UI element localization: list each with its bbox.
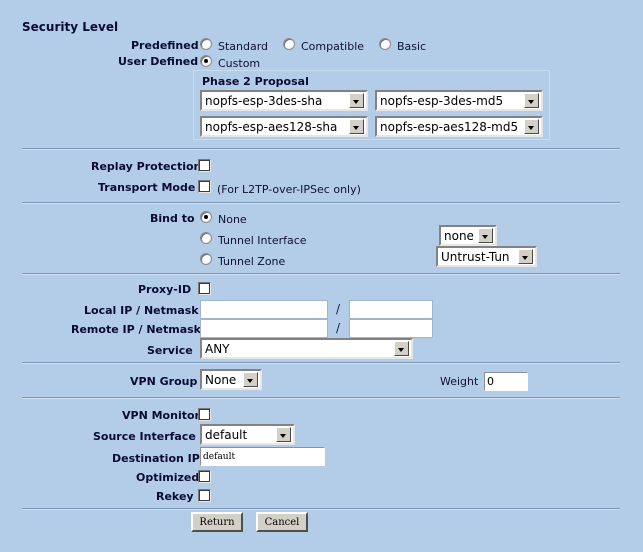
radio-custom-label: Custom (218, 57, 261, 70)
radio-compatible[interactable] (283, 38, 295, 50)
page-title: Security Level (22, 20, 119, 34)
radio-bind-tunnel-interface[interactable] (200, 232, 212, 244)
chevron-down-icon[interactable] (349, 119, 364, 134)
predefined-label: Predefined (131, 39, 199, 52)
checkbox-optimized[interactable] (198, 470, 211, 483)
rekey-label: Rekey (156, 490, 194, 503)
radio-bind-tunnel-zone[interactable] (200, 253, 212, 265)
radio-bind-none[interactable] (200, 211, 212, 223)
remote-ip-netmask-label: Remote IP / Netmask (71, 323, 202, 336)
chevron-down-icon[interactable] (478, 228, 493, 243)
local-separator: / (336, 302, 341, 316)
section-separator (22, 397, 620, 399)
phase2-proposal-value-4: nopfs-esp-aes128-md5 (380, 119, 519, 134)
service-select[interactable]: ANY (200, 338, 413, 359)
tunnel-interface-select[interactable]: none (439, 225, 497, 246)
phase2-proposal-select-2[interactable]: nopfs-esp-3des-md5 (375, 90, 543, 111)
service-value: ANY (205, 341, 230, 356)
chevron-down-icon[interactable] (394, 341, 409, 356)
remote-netmask-input[interactable] (349, 319, 433, 338)
tunnel-zone-select[interactable]: Untrust-Tun (436, 246, 537, 267)
chevron-down-icon[interactable] (243, 372, 258, 387)
section-separator (22, 362, 620, 364)
phase2-proposal-select-4[interactable]: nopfs-esp-aes128-md5 (375, 116, 543, 137)
service-label: Service (147, 344, 193, 357)
user-defined-label: User Defined (118, 55, 199, 68)
phase2-proposal-select-3[interactable]: nopfs-esp-aes128-sha (200, 116, 368, 137)
radio-bind-tunnel-zone-label: Tunnel Zone (218, 255, 286, 268)
section-separator (22, 508, 620, 510)
checkbox-transport-mode[interactable] (198, 180, 211, 193)
remote-separator: / (336, 321, 341, 335)
destination-ip-input[interactable]: default (200, 447, 325, 466)
weight-input[interactable]: 0 (484, 372, 528, 391)
vpn-settings-page: Security Level Predefined Standard Compa… (0, 0, 643, 552)
phase2-proposal-value-3: nopfs-esp-aes128-sha (205, 119, 338, 134)
bind-to-label: Bind to (150, 212, 195, 225)
vpn-group-value: None (205, 372, 237, 387)
vpn-group-select[interactable]: None (200, 369, 262, 390)
transport-mode-label: Transport Mode (98, 181, 196, 194)
phase2-proposal-title: Phase 2 Proposal (202, 75, 309, 88)
replay-protection-label: Replay Protection (91, 160, 202, 173)
radio-bind-tunnel-interface-label: Tunnel Interface (218, 234, 307, 247)
chevron-down-icon[interactable] (276, 427, 291, 442)
return-button[interactable]: Return (191, 512, 243, 532)
remote-ip-input[interactable] (200, 319, 328, 338)
checkbox-vpn-monitor[interactable] (198, 408, 211, 421)
radio-custom[interactable] (200, 55, 212, 67)
phase2-proposal-value-1: nopfs-esp-3des-sha (205, 93, 323, 108)
optimized-label: Optimized (136, 471, 200, 484)
transport-mode-note: (For L2TP-over-IPSec only) (217, 183, 361, 196)
section-separator (22, 273, 620, 275)
radio-basic-label: Basic (397, 40, 427, 53)
radio-basic[interactable] (379, 38, 391, 50)
tunnel-interface-value: none (444, 228, 474, 243)
chevron-down-icon[interactable] (518, 249, 533, 264)
local-ip-netmask-label: Local IP / Netmask (84, 304, 199, 317)
local-netmask-input[interactable] (349, 300, 433, 319)
proxy-id-label: Proxy-ID (138, 283, 192, 296)
radio-standard-label: Standard (218, 40, 269, 53)
tunnel-zone-value: Untrust-Tun (441, 249, 510, 264)
radio-standard[interactable] (200, 38, 212, 50)
checkbox-proxy-id[interactable] (198, 282, 211, 295)
radio-compatible-label: Compatible (301, 40, 365, 53)
vpn-monitor-label: VPN Monitor (122, 409, 200, 422)
chevron-down-icon[interactable] (524, 119, 539, 134)
vpn-group-label: VPN Group (130, 375, 198, 388)
source-interface-label: Source Interface (93, 430, 196, 443)
section-separator (22, 148, 620, 150)
phase2-proposal-select-1[interactable]: nopfs-esp-3des-sha (200, 90, 368, 111)
chevron-down-icon[interactable] (524, 93, 539, 108)
phase2-proposal-value-2: nopfs-esp-3des-md5 (380, 93, 504, 108)
checkbox-rekey[interactable] (198, 489, 211, 502)
checkbox-replay-protection[interactable] (198, 159, 211, 172)
destination-ip-label: Destination IP (112, 452, 200, 465)
section-separator (22, 202, 620, 204)
chevron-down-icon[interactable] (349, 93, 364, 108)
weight-label: Weight (440, 375, 479, 388)
cancel-button[interactable]: Cancel (256, 512, 308, 532)
source-interface-value: default (205, 427, 248, 442)
radio-bind-none-label: None (218, 213, 247, 226)
source-interface-select[interactable]: default (200, 424, 295, 445)
local-ip-input[interactable] (200, 300, 328, 319)
